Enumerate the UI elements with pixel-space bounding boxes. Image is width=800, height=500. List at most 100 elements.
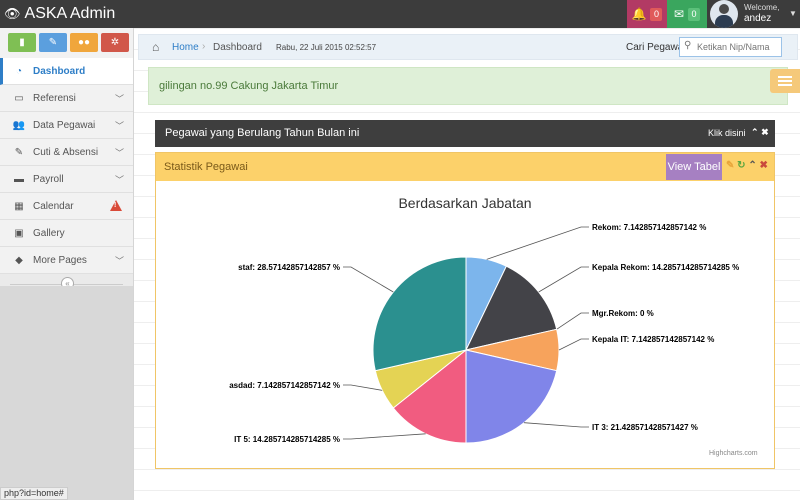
address-alert: gilingan no.99 Cakung Jakarta Timur — [148, 67, 788, 105]
pie-label-connector — [523, 422, 589, 428]
main-content: ⌂ Home › Dashboard Rabu, 22 Juli 2015 02… — [134, 28, 800, 500]
signal-icon: ▮ — [19, 37, 25, 48]
chevron-up-icon[interactable]: ⌃ — [748, 160, 756, 171]
pie-data-label: Kepala Rekom: 14.285714285714285 % — [592, 263, 739, 272]
picture-icon: ▣ — [14, 227, 24, 239]
users-shortcut-button[interactable]: ●● — [70, 33, 98, 52]
chart-credits[interactable]: Highcharts.com — [709, 450, 758, 457]
messages-button[interactable]: ✉ 0 — [667, 0, 707, 28]
search-input[interactable] — [697, 40, 779, 54]
close-icon[interactable]: ✖ — [761, 127, 769, 137]
birthday-panel-link[interactable]: Klik disini — [708, 128, 746, 138]
birthday-panel-header: Pegawai yang Berulang Tahun Bulan ini Kl… — [155, 120, 775, 147]
sidebar-item-label: Referensi — [33, 92, 76, 104]
search-box: ⚲ — [679, 37, 782, 57]
pie-label-connector — [343, 266, 394, 293]
pie-data-label: asdad: 7.142857142857142 % — [229, 381, 340, 390]
search-icon: ⚲ — [684, 40, 692, 51]
stats-panel: Statistik Pegawai View Tabel ✎ ↻ ⌃ ✖ Ber… — [155, 152, 775, 469]
settings-shortcut-button[interactable]: ✲ — [101, 33, 129, 52]
pie-data-label: Kepala IT: 7.142857142857142 % — [592, 335, 714, 344]
calendar-icon: ▦ — [14, 200, 24, 212]
edit-icon: ✎ — [14, 146, 24, 158]
stats-shortcut-button[interactable]: ▮ — [8, 33, 36, 52]
pie-data-label: Rekom: 7.142857142857142 % — [592, 223, 706, 232]
stats-panel-controls: ✎ ↻ ⌃ ✖ — [726, 160, 768, 171]
birthday-panel-title: Pegawai yang Berulang Tahun Bulan ini — [165, 127, 360, 139]
sidebar-item-label: Dashboard — [33, 65, 86, 77]
card-icon: ▬ — [14, 173, 24, 185]
dashboard-icon: ◔ — [15, 65, 23, 77]
pie-label-connector — [486, 226, 589, 260]
user-name: andez — [744, 13, 772, 24]
envelope-icon: ✉ — [673, 7, 685, 21]
stats-panel-header: Statistik Pegawai View Tabel ✎ ↻ ⌃ ✖ — [156, 153, 774, 181]
users-icon: 👥 — [12, 119, 26, 131]
pencil-icon: ✎ — [48, 37, 58, 48]
refresh-icon[interactable]: ↻ — [737, 160, 745, 171]
tag-icon: ◆ — [15, 254, 23, 266]
sidebar-item-more-pages[interactable]: ◆ More Pages ﹀ — [0, 247, 133, 274]
sidebar-item-label: Data Pegawai — [33, 119, 96, 131]
cogs-icon: ✲ — [110, 37, 120, 48]
current-datetime: Rabu, 22 Juli 2015 02:52:57 — [276, 43, 377, 52]
sidebar-item-gallery[interactable]: ▣ Gallery — [0, 220, 133, 247]
pie-data-label: IT 3: 21.428571428571427 % — [592, 423, 698, 432]
pencil-icon[interactable]: ✎ — [726, 160, 734, 171]
chevron-down-icon: ﹀ — [114, 93, 124, 104]
sidebar-item-payroll[interactable]: ▬ Payroll ﹀ — [0, 166, 133, 193]
status-url: php?id=home# — [0, 487, 68, 500]
breadcrumb-home-link[interactable]: Home — [172, 42, 199, 53]
warning-icon: ! — [110, 200, 122, 211]
chevron-down-icon: ﹀ — [114, 147, 124, 158]
top-bar: 👁 ASKA Admin 🔔 0 ✉ 0 Welcome, andez ▼ — [0, 0, 800, 28]
pie-data-label: staf: 28.57142857142857 % — [238, 263, 340, 272]
sidebar-item-cuti-absensi[interactable]: ✎ Cuti & Absensi ﹀ — [0, 139, 133, 166]
close-icon[interactable]: ✖ — [760, 160, 768, 171]
messages-badge: 0 — [688, 7, 701, 21]
view-table-button[interactable]: View Tabel — [666, 154, 722, 180]
pencil-shortcut-button[interactable]: ✎ — [39, 33, 67, 52]
welcome-text: Welcome, — [744, 3, 780, 12]
pie-slice[interactable] — [372, 256, 467, 372]
pie-label-connector — [343, 384, 383, 391]
sidebar-item-label: Gallery — [33, 227, 65, 239]
app-brand[interactable]: 👁 ASKA Admin — [4, 0, 115, 28]
sidebar-item-label: Cuti & Absensi — [33, 146, 99, 158]
chevron-up-icon[interactable]: ⌃ — [751, 127, 759, 137]
chevron-down-icon: ﹀ — [114, 120, 124, 131]
avatar — [710, 0, 738, 28]
notifications-badge: 0 — [650, 7, 663, 21]
breadcrumb-current: Dashboard — [213, 42, 262, 53]
sidebar-item-data-pegawai[interactable]: 👥 Data Pegawai ﹀ — [0, 112, 133, 139]
side-panel-toggle[interactable] — [770, 69, 800, 93]
search-label: Cari Pegawai — [626, 42, 686, 53]
eye-icon: 👁 — [4, 6, 21, 21]
users-icon: ●● — [77, 37, 91, 48]
sidebar-item-label: More Pages — [33, 254, 87, 266]
sidebar-item-dashboard[interactable]: ◔ Dashboard — [0, 58, 133, 85]
stats-panel-title: Statistik Pegawai — [164, 161, 248, 173]
shortcut-buttons: ▮ ✎ ●● ✲ — [0, 28, 133, 58]
pie-chart: Rekom: 7.142857142857142 % Kepala Rekom: … — [229, 223, 739, 444]
pie-label-connector — [538, 266, 589, 293]
home-icon: ⌂ — [152, 40, 160, 54]
pie-label-connector — [343, 433, 426, 440]
pie-label-connector — [558, 338, 589, 351]
pie-data-label: Mgr.Rekom: 0 % — [592, 309, 654, 318]
user-menu[interactable]: Welcome, andez ▼ — [707, 0, 800, 28]
notifications-button[interactable]: 🔔 0 — [627, 0, 667, 28]
alert-text: gilingan no.99 Cakung Jakarta Timur — [159, 80, 339, 92]
pie-label-connector — [556, 312, 589, 330]
app-title: ASKA Admin — [24, 5, 116, 22]
sidebar-item-referensi[interactable]: ▭ Referensi ﹀ — [0, 85, 133, 112]
sidebar-item-label: Calendar — [33, 200, 74, 212]
chevron-down-icon: ﹀ — [114, 174, 124, 185]
caret-down-icon: ▼ — [789, 9, 797, 18]
bell-icon: 🔔 — [631, 7, 647, 21]
sidebar-empty-area — [0, 286, 133, 500]
sidebar-item-calendar[interactable]: ▦ Calendar ! — [0, 193, 133, 220]
sidebar-item-label: Payroll — [33, 173, 64, 185]
monitor-icon: ▭ — [14, 92, 24, 104]
chevron-down-icon: ﹀ — [114, 255, 124, 266]
